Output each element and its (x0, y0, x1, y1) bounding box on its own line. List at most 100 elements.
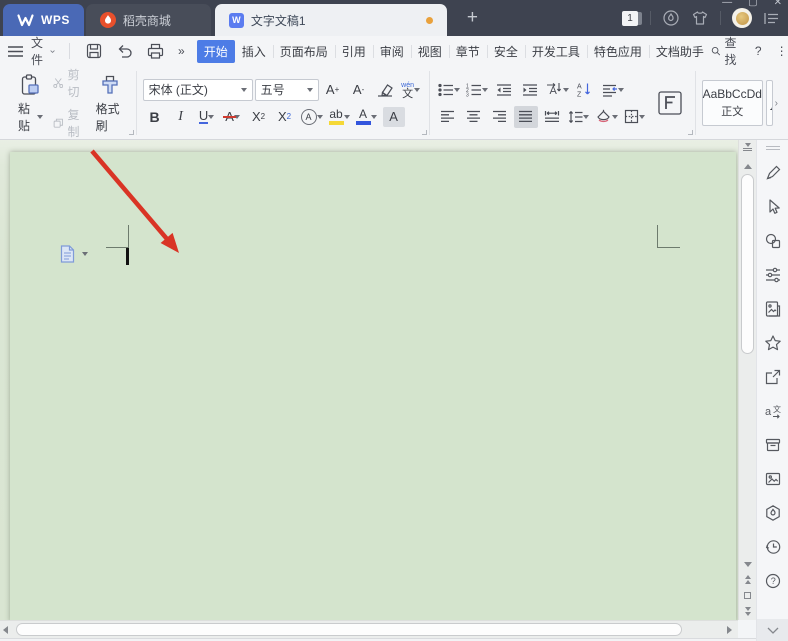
help-button[interactable]: ? (755, 44, 762, 58)
decrease-font-button[interactable]: A- (347, 79, 371, 101)
previous-page-button[interactable] (744, 575, 751, 584)
clear-format-eraser-icon[interactable] (373, 79, 397, 101)
style-preview-partial[interactable]: A (765, 80, 773, 126)
group-dialog-launcher[interactable] (128, 130, 134, 135)
vertical-scroll-thumb[interactable] (741, 174, 754, 354)
horizontal-scroll-thumb[interactable] (16, 623, 682, 636)
highlight-color-button[interactable]: ab (327, 106, 352, 128)
align-center-button[interactable] (462, 106, 486, 128)
new-tab-button[interactable]: + (467, 6, 478, 30)
paragraph-layout-button[interactable] (599, 79, 626, 101)
select-cursor-icon[interactable] (760, 192, 786, 222)
increase-font-button[interactable]: A + (321, 79, 345, 101)
subscript-button[interactable]: X2 (273, 106, 297, 128)
user-avatar[interactable] (732, 8, 752, 28)
styles-gallery-expand[interactable]: › (775, 98, 778, 109)
ribbon-tab-insert[interactable]: 插入 (235, 40, 273, 63)
sort-button[interactable]: AZ (573, 79, 597, 101)
distribute-button[interactable] (540, 106, 564, 128)
sidebar-drag-handle[interactable] (765, 146, 780, 150)
docer-hexagon-icon[interactable] (760, 498, 786, 528)
next-page-button[interactable] (744, 607, 751, 616)
borders-button[interactable] (622, 106, 647, 128)
paste-button[interactable]: 粘贴 (12, 71, 49, 136)
close-button[interactable]: ✕ (774, 0, 782, 7)
scroll-right-arrow[interactable] (727, 626, 732, 634)
shading-bucket-button[interactable] (593, 106, 620, 128)
minimize-button[interactable]: — (722, 0, 732, 7)
docer-membership-icon[interactable] (662, 9, 680, 27)
bold-button[interactable]: B (143, 106, 167, 128)
sidebar-collapse-chevron[interactable] (756, 619, 788, 641)
hamburger-menu-icon[interactable] (8, 45, 23, 57)
ink-pen-icon[interactable] (760, 158, 786, 188)
scroll-up-arrow[interactable] (743, 164, 752, 169)
align-right-button[interactable] (488, 106, 512, 128)
font-color-button[interactable]: A (354, 106, 379, 128)
italic-button[interactable]: I (169, 106, 193, 128)
resource-box-icon[interactable] (760, 430, 786, 460)
ribbon-tab-view[interactable]: 视图 (410, 40, 449, 63)
image-icon[interactable] (760, 464, 786, 494)
quickbar-overflow-button[interactable]: » (174, 42, 189, 60)
justify-button[interactable] (513, 105, 538, 128)
page-settings-widget[interactable] (60, 245, 88, 263)
file-menu-button[interactable]: 文件 (29, 32, 57, 70)
adjust-sliders-icon[interactable] (760, 260, 786, 290)
text-typography-button[interactable] (651, 88, 689, 118)
style-preview-normal[interactable]: AaBbCcDd 正文 (701, 80, 763, 126)
document-page[interactable] (10, 152, 736, 620)
skin-theme-icon[interactable] (691, 9, 709, 27)
enclose-character-button[interactable]: A (299, 106, 325, 128)
save-button[interactable] (82, 41, 106, 61)
cut-button[interactable]: 剪切 (53, 66, 86, 100)
more-options-button[interactable]: ⋮ (776, 44, 788, 58)
ribbon-tab-page-layout[interactable]: 页面布局 (272, 40, 335, 63)
bullet-list-button[interactable] (436, 79, 462, 101)
superscript-button[interactable]: X2 (247, 106, 271, 128)
character-shading-button[interactable]: A (381, 106, 407, 128)
paste-dropdown-arrow[interactable] (36, 114, 43, 119)
star-favorites-icon[interactable] (760, 328, 786, 358)
ribbon-tab-review[interactable]: 审阅 (372, 40, 411, 63)
horizontal-scrollbar[interactable] (0, 620, 738, 638)
shapes-icon[interactable] (760, 226, 786, 256)
maximize-button[interactable]: ▢ (748, 0, 757, 7)
print-button[interactable] (143, 41, 168, 61)
ribbon-tab-special-features[interactable]: 特色应用 (586, 40, 649, 63)
ribbon-tab-references[interactable]: 引用 (334, 40, 373, 63)
increase-indent-button[interactable] (518, 79, 542, 101)
numbered-list-button[interactable]: 123 (464, 79, 490, 101)
line-spacing-button[interactable] (566, 106, 591, 128)
scroll-down-arrow[interactable] (743, 562, 752, 567)
underline-button[interactable]: U (195, 106, 219, 128)
pinyin-guide-button[interactable]: wén 文 (399, 79, 423, 101)
align-left-button[interactable] (436, 106, 460, 128)
ribbon-tab-developer[interactable]: 开发工具 (524, 40, 587, 63)
notification-badge[interactable]: 1 (622, 10, 642, 26)
format-painter-button[interactable]: 格式刷 (90, 71, 130, 136)
strikethrough-button[interactable]: A (221, 106, 245, 128)
group-dialog-launcher[interactable] (687, 130, 693, 135)
ruler-toggle-icon[interactable] (743, 143, 752, 151)
ribbon-tab-security[interactable]: 安全 (486, 40, 525, 63)
find-button[interactable]: 查找 (711, 34, 741, 68)
undo-button[interactable] (112, 42, 137, 61)
select-browse-object-button[interactable] (744, 592, 751, 599)
translate-icon[interactable]: a文 (760, 396, 786, 426)
text-direction-button[interactable]: A (544, 79, 571, 101)
material-library-icon[interactable] (760, 294, 786, 324)
font-name-combo[interactable]: 宋体 (正文) (142, 78, 253, 101)
share-export-icon[interactable] (760, 362, 786, 392)
vertical-scrollbar[interactable] (738, 140, 756, 620)
ribbon-tab-section[interactable]: 章节 (448, 40, 487, 63)
ribbon-tab-home[interactable]: 开始 (196, 39, 235, 63)
reading-layout-icon[interactable] (763, 11, 780, 26)
history-clock-icon[interactable] (760, 532, 786, 562)
ribbon-tab-doc-assistant[interactable]: 文档助手 (648, 40, 711, 63)
font-size-combo[interactable]: 五号 (254, 78, 319, 101)
scroll-left-arrow[interactable] (3, 626, 8, 634)
help-circle-icon[interactable]: ? (760, 566, 786, 596)
decrease-indent-button[interactable] (492, 79, 516, 101)
copy-button[interactable]: 复制 (53, 106, 86, 140)
